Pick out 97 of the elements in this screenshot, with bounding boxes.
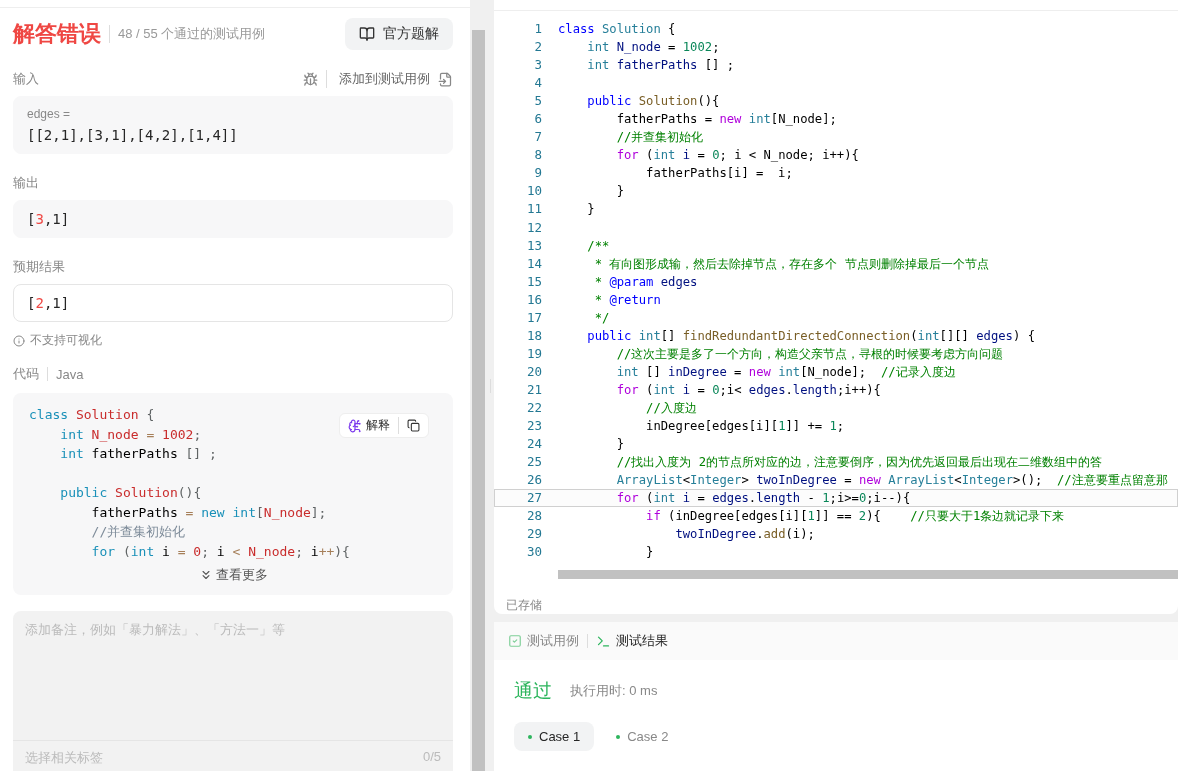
code-line: int N_node = 1002;: [586, 39, 720, 57]
code-line: if (inDegree[edges[i][1]] == 2){ //只要大于1条边就记录下来: [645, 508, 1065, 526]
case-tab[interactable]: Case 2: [602, 722, 683, 751]
variable-name: edges =: [27, 107, 72, 121]
info-icon: [13, 334, 25, 347]
code-line: for (int i = 0; i < N_node; i++){: [90, 542, 350, 561]
terminal-icon: [596, 633, 611, 649]
official-solution-button[interactable]: 官方题解: [345, 18, 453, 50]
output-label: 输出: [13, 174, 39, 192]
input-label: 输入: [13, 70, 39, 88]
code-line: twoInDegree.add(i);: [674, 526, 815, 544]
line-number: 22: [525, 399, 542, 417]
line-number: 13: [525, 236, 542, 255]
add-test-case-link[interactable]: 添加到测试用例: [326, 70, 430, 88]
no-visualization-note: 不支持可视化: [30, 332, 102, 349]
book-icon: [359, 26, 375, 42]
language-label: Java: [56, 366, 84, 382]
code-line: ArrayList<Integer> twoInDegree = new ArrayList<Integer>(); //注意要重点留意那: [615, 472, 1168, 490]
code-line: //入度边: [645, 400, 697, 417]
code-line: }: [615, 436, 625, 454]
result-tab[interactable]: 测试结果: [596, 632, 668, 650]
bug-icon[interactable]: [303, 71, 318, 87]
code-line: fatherPaths = new int[N_node];: [90, 503, 327, 522]
line-number: 29: [525, 525, 542, 544]
result-tab[interactable]: 测试用例: [508, 632, 579, 650]
code-line: public int[] findRedundantDirectedConnection(int[][] edges) {: [586, 327, 1035, 345]
code-line: }: [615, 183, 625, 201]
code-line: for (int i = edges.length - 1;i>=0;i--){: [615, 490, 911, 508]
result-status: 通过: [514, 679, 552, 703]
code-line: public Solution(){: [586, 93, 720, 111]
line-number: 18: [525, 326, 542, 345]
copy-icon[interactable]: [407, 419, 420, 432]
line-number: 10: [525, 182, 542, 201]
verdict-title: 解答错误: [13, 20, 101, 48]
code-label: 代码: [13, 365, 39, 383]
case-tab[interactable]: Case 1: [514, 722, 595, 751]
code-line: fatherPaths = new int[N_node];: [615, 111, 837, 129]
code-line: * 有向图形成输，然后去除掉节点，存在多个 节点则删除掉最后一个节点: [593, 255, 989, 273]
code-line: * @param edges: [593, 273, 698, 291]
line-number: 4: [533, 74, 542, 93]
line-number: 9: [533, 164, 542, 183]
code-line: int fatherPaths [] ;: [59, 445, 217, 463]
line-number: 15: [525, 272, 542, 291]
line-number: 19: [525, 344, 542, 363]
code-line: class Solution {: [29, 406, 155, 424]
line-number: 30: [525, 543, 542, 562]
code-line: /**: [586, 237, 610, 255]
brain-icon: [348, 418, 362, 433]
line-number: 8: [533, 146, 542, 165]
line-number: 27: [525, 489, 542, 508]
scrollbar-thumb[interactable]: [471, 30, 485, 771]
passed-count: 48 / 55 个通过的测试用例: [109, 25, 266, 43]
show-more-button[interactable]: 查看更多: [192, 565, 274, 585]
line-number: 17: [525, 308, 542, 327]
saved-status: 已存储: [505, 597, 543, 614]
line-number: 23: [525, 417, 542, 436]
code-line: }: [645, 544, 654, 562]
line-number: 26: [525, 471, 542, 490]
code-line: int N_node = 1002;: [59, 425, 202, 444]
line-number: 14: [525, 254, 542, 273]
line-number: 5: [533, 92, 542, 111]
line-number: 3: [533, 56, 542, 75]
code-line: */: [593, 309, 610, 327]
line-number: 28: [525, 507, 542, 526]
line-number: 20: [525, 362, 542, 381]
code-line: for (int i = 0;i< edges.length;i++){: [615, 381, 881, 399]
expected-label: 预期结果: [13, 258, 65, 276]
line-number: 24: [525, 435, 542, 454]
code-line: //找出入度为 2的节点所对应的边，注意要倒序，因为优先返回最后出现在二维数组中的答: [615, 454, 1103, 472]
line-number: 2: [533, 38, 542, 57]
line-number: 21: [525, 380, 542, 399]
code-line: public Solution(){: [59, 484, 202, 502]
code-line: //这次主要是多了一个方向，构造父亲节点，寻根的时候要考虑方向问题: [615, 345, 1004, 363]
expected-value: [2,1]: [27, 295, 71, 311]
line-number: 7: [533, 128, 542, 147]
runtime-text: 执行用时: 0 ms: [570, 682, 658, 700]
line-number: 6: [533, 110, 542, 129]
code-line: }: [586, 201, 595, 219]
horizontal-scrollbar[interactable]: [558, 570, 1178, 579]
line-number: 25: [525, 453, 542, 472]
code-line: //并查集初始化: [615, 129, 704, 147]
checkbox-icon: [508, 634, 522, 648]
file-icon[interactable]: [438, 71, 453, 87]
line-number: 16: [525, 290, 542, 309]
line-number: 12: [525, 218, 542, 237]
line-number: 1: [533, 20, 542, 38]
code-line: //并查集初始化: [90, 523, 186, 541]
code-line: inDegree[edges[i][1]] += 1;: [645, 418, 845, 436]
code-line: int fatherPaths [] ;: [586, 57, 735, 75]
code-line: * @return: [593, 291, 661, 309]
code-line: fatherPaths[i] = i;: [645, 165, 793, 183]
input-value: [[2,1],[3,1],[4,2],[1,4]]: [27, 127, 239, 143]
output-value: [3,1]: [27, 211, 71, 227]
code-line: int [] inDegree = new int[N_node]; //记录入度边: [615, 363, 956, 381]
code-line: for (int i = 0; i < N_node; i++){: [615, 147, 859, 165]
line-number: 11: [525, 200, 542, 219]
code-line: class Solution {: [558, 21, 676, 38]
